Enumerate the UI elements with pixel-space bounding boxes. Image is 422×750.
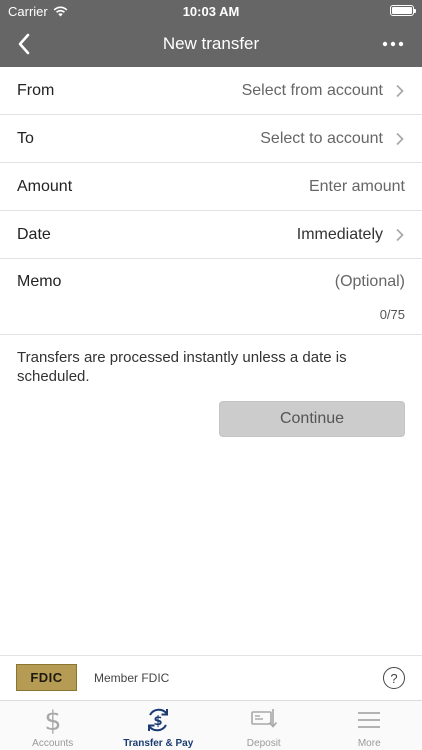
memo-character-counter: 0/75 [379, 307, 405, 322]
to-account-row[interactable]: To Select to account [0, 115, 422, 163]
date-label: Date [17, 225, 51, 243]
transfer-form: From Select from account To Select to ac… [0, 67, 422, 335]
tab-label: Accounts [32, 738, 74, 749]
svg-text:$: $ [154, 714, 163, 729]
menu-icon [354, 705, 384, 735]
member-fdic-text: Member FDIC [94, 671, 170, 685]
to-value-text: Select to account [260, 129, 383, 147]
help-icon[interactable]: ? [383, 667, 405, 689]
from-value-text: Select from account [241, 81, 383, 99]
tab-accounts[interactable]: $ Accounts [0, 701, 106, 750]
tab-bar: $ Accounts $ Transfer & Pay Deposit More [0, 700, 422, 750]
chevron-right-icon [395, 84, 405, 98]
ellipsis-icon [382, 41, 404, 47]
fdic-logo: FDIC [16, 664, 77, 691]
date-value-text: Immediately [296, 225, 383, 243]
tab-transfer-pay[interactable]: $ Transfer & Pay [106, 701, 212, 750]
date-value: Immediately [297, 226, 405, 244]
battery-icon [390, 5, 416, 16]
from-account-row[interactable]: From Select from account [0, 67, 422, 115]
fdic-footer: FDIC Member FDIC ? [0, 655, 422, 700]
amount-input[interactable]: Enter amount [309, 178, 405, 196]
from-label: From [17, 81, 55, 99]
from-value: Select from account [242, 82, 405, 100]
tab-deposit[interactable]: Deposit [211, 701, 317, 750]
continue-button[interactable]: Continue [219, 401, 405, 437]
amount-label: Amount [17, 177, 73, 195]
status-time: 10:03 AM [182, 4, 240, 19]
tab-more[interactable]: More [317, 701, 422, 750]
date-row[interactable]: Date Immediately [0, 211, 422, 259]
tab-label: Deposit [246, 738, 281, 749]
amount-row[interactable]: Amount Enter amount [0, 163, 422, 211]
header: Carrier 10:03 AM New transfer [0, 0, 422, 67]
dollar-icon: $ [38, 705, 68, 735]
svg-text:$: $ [44, 706, 61, 734]
page-title: New transfer [162, 34, 260, 53]
memo-row[interactable]: Memo (Optional) 0/75 [0, 259, 422, 335]
memo-input[interactable]: (Optional) [335, 273, 405, 291]
check-deposit-icon [249, 705, 279, 735]
navigation-bar: New transfer [0, 22, 422, 67]
info-text: Transfers are processed instantly unless… [17, 349, 347, 385]
chevron-right-icon [395, 228, 405, 242]
to-label: To [17, 129, 34, 147]
tab-label: More [357, 738, 381, 749]
to-value: Select to account [260, 130, 405, 148]
tab-label: Transfer & Pay [123, 738, 194, 749]
transfer-pay-icon: $ [143, 705, 173, 735]
more-options-button[interactable] [378, 30, 408, 58]
memo-label: Memo [17, 273, 62, 290]
chevron-right-icon [395, 132, 405, 146]
status-bar: Carrier 10:03 AM [0, 0, 422, 22]
